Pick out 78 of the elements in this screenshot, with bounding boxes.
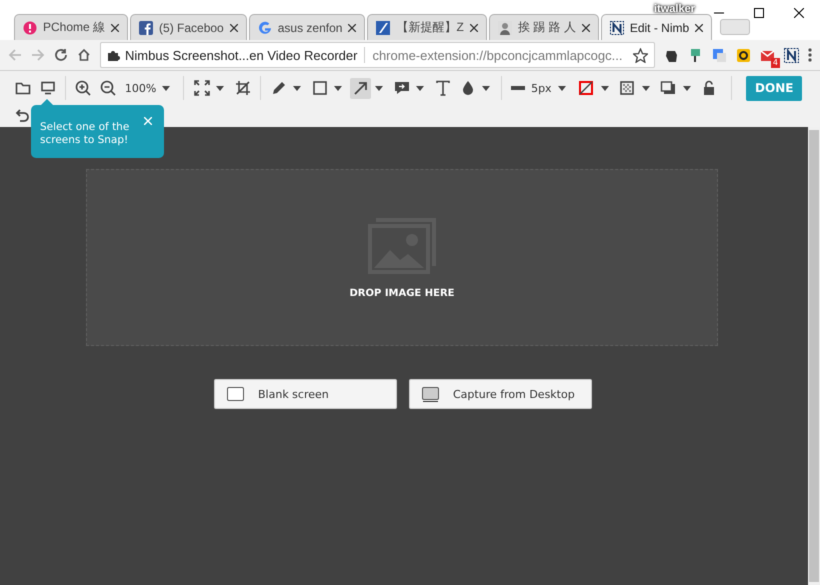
no-color-icon: [578, 80, 594, 96]
browser-tab[interactable]: 挨 踢 路 人: [488, 14, 599, 40]
reload-icon[interactable]: [54, 48, 68, 62]
caret-icon[interactable]: [216, 86, 224, 90]
tool-button[interactable]: [191, 78, 212, 98]
folder-icon: [14, 80, 30, 96]
menu-icon[interactable]: [808, 48, 812, 62]
q-logo-icon[interactable]: [736, 48, 751, 62]
n-logo-icon: [610, 20, 624, 34]
scrollbar[interactable]: [809, 130, 819, 582]
close-icon[interactable]: [111, 24, 120, 32]
close-icon[interactable]: [582, 24, 590, 32]
mail-icon[interactable]: [760, 48, 775, 62]
caret-icon[interactable]: [293, 86, 302, 90]
zoom-out-icon: [100, 80, 116, 96]
undo-icon[interactable]: [14, 108, 30, 122]
caret-icon[interactable]: [162, 86, 170, 90]
screen-button[interactable]: Capture from Desktop: [409, 379, 592, 409]
arrow-icon: [352, 80, 369, 96]
page-title: Nimbus Screenshot...en Video Recorder: [125, 48, 358, 62]
size-select[interactable]: 100%: [124, 82, 156, 94]
tooltip-text: Select one of the screens to Snap!: [40, 121, 130, 147]
size-select[interactable]: 5px: [531, 82, 552, 94]
browser-tab[interactable]: asus zenfon: [248, 14, 366, 40]
home-icon[interactable]: [77, 48, 91, 62]
user-name: itwalker: [654, 3, 695, 15]
blank-screen-icon: [227, 386, 244, 402]
tab-title: 【新提醒】Z: [396, 19, 464, 36]
shadow-icon: [660, 80, 676, 96]
speech-bubble-icon: [394, 80, 410, 96]
address-field[interactable]: Nimbus Screenshot...en Video Recorder chrome-extension://bpconcjcammlapcogc...: [100, 42, 655, 68]
tab-title: asus zenfon: [278, 20, 342, 34]
caret-icon[interactable]: [416, 86, 424, 90]
tab-title: Edit - Nimb: [630, 20, 690, 34]
drop-zone-label: DROP IMAGE HERE: [350, 288, 454, 299]
puzzle-icon: [107, 48, 120, 62]
close-icon[interactable]: [695, 24, 704, 32]
close-icon[interactable]: [794, 8, 804, 18]
pencil-icon: [270, 80, 287, 96]
browser-tab[interactable]: (5) Faceboo: [130, 14, 247, 40]
caret-icon[interactable]: [558, 86, 566, 90]
star-icon[interactable]: [633, 48, 648, 62]
n-logo-icon[interactable]: [784, 48, 799, 62]
close-icon[interactable]: [470, 24, 478, 32]
browser-tab[interactable]: Edit - Nimb: [600, 14, 712, 40]
close-icon[interactable]: [348, 24, 356, 32]
caret-icon[interactable]: [642, 86, 650, 90]
f-logo-icon: [139, 20, 154, 34]
tab-title: (5) Faceboo: [159, 20, 224, 34]
tool-button[interactable]: [350, 78, 372, 98]
slash-logo-icon: [376, 20, 390, 34]
notification-badge: 4: [770, 58, 780, 68]
caret-icon[interactable]: [375, 86, 384, 90]
browser-tab[interactable]: PChome 線: [14, 14, 128, 40]
pin-icon[interactable]: [688, 48, 703, 62]
tab-title: 挨 踢 路 人: [518, 19, 576, 36]
caret-icon[interactable]: [600, 86, 609, 90]
g-logo-icon: [258, 20, 272, 34]
maximize-icon[interactable]: [754, 8, 764, 18]
rectangle-icon: [312, 80, 328, 96]
exclamation-icon: [23, 20, 37, 34]
caret-icon[interactable]: [682, 86, 691, 90]
text-icon: [434, 80, 451, 96]
crop-icon: [234, 80, 251, 96]
url-text: chrome-extension://bpconcjcammlapcogc...: [372, 48, 624, 62]
browser-tab[interactable]: 【新提醒】Z: [367, 14, 487, 40]
caret-icon[interactable]: [482, 86, 490, 90]
person-icon: [498, 20, 512, 34]
screen-button[interactable]: Blank screen: [214, 379, 397, 409]
caret-icon[interactable]: [334, 86, 342, 90]
expand-icon: [194, 80, 210, 96]
close-icon[interactable]: [230, 24, 238, 32]
monitor-icon: [40, 80, 56, 96]
checker-icon: [619, 80, 636, 96]
zoom-in-icon: [75, 80, 92, 96]
monitor-icon: [422, 386, 439, 402]
tab-title: PChome 線: [43, 19, 106, 36]
drop-zone[interactable]: DROP IMAGE HERE: [86, 169, 718, 346]
